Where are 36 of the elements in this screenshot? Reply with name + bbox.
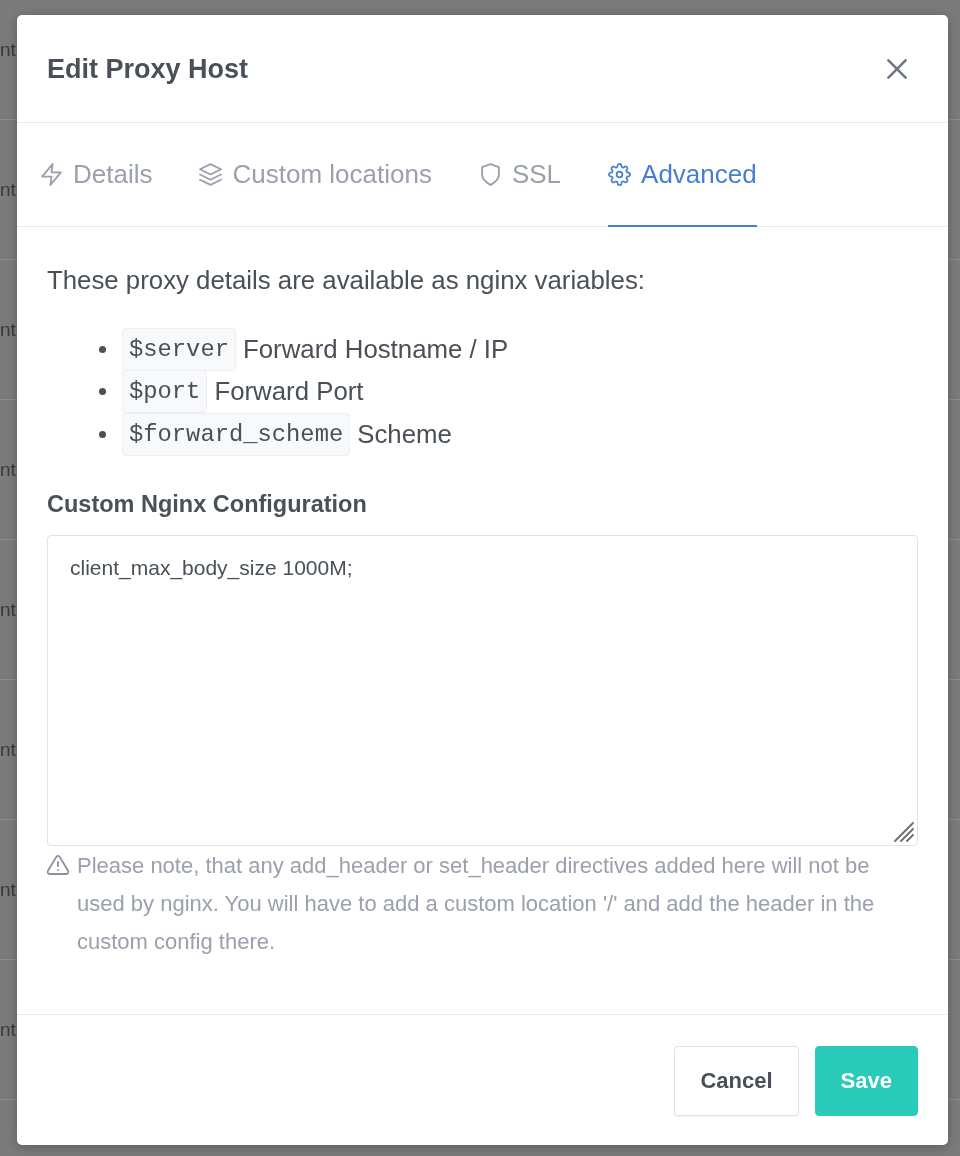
close-icon: [887, 58, 907, 79]
bullet-icon: [99, 345, 106, 353]
layers-icon: [199, 162, 223, 186]
field-label: Custom Nginx Configuration: [47, 489, 368, 519]
variable-description: Forward Port: [214, 377, 364, 407]
config-textarea[interactable]: client_max_body_size 1000M;: [47, 534, 918, 846]
variable-description: Scheme: [357, 419, 452, 449]
cancel-button[interactable]: Cancel: [674, 1046, 799, 1116]
variable-code: $forward_scheme: [122, 412, 351, 456]
resize-handle-icon: [894, 821, 914, 842]
tab[interactable]: Custom locations: [199, 123, 432, 227]
gear-icon: [608, 162, 632, 186]
tab[interactable]: Advanced: [608, 123, 757, 227]
row-text: nt: [0, 37, 16, 62]
shield-icon: [478, 162, 502, 186]
variable-code: $port: [122, 370, 208, 414]
save-button[interactable]: Save: [814, 1046, 918, 1116]
intro-text: These proxy details are available as nginx variables:: [47, 265, 646, 296]
lightning-icon: [40, 162, 63, 186]
row-text: nt: [0, 457, 16, 482]
note-text: Please note, that any add_header or set_header directives added here will not be used by nginx. You will have to add a custom location '/' and add the header in the custom config there.: [77, 851, 876, 956]
row-text: nt: [0, 877, 16, 902]
variable-description: Forward Hostname / IP: [242, 334, 509, 364]
variable-code: $server: [122, 327, 236, 371]
row-text: nt: [0, 317, 16, 342]
bullet-icon: [99, 430, 106, 438]
row-text: nt: [0, 597, 16, 622]
row-text: nt: [0, 737, 16, 762]
row-text: nt: [0, 1017, 16, 1042]
tab[interactable]: Details: [40, 123, 153, 227]
warning-icon: [47, 854, 69, 875]
row-text: nt: [0, 177, 16, 202]
bullet-icon: [99, 388, 106, 396]
dialog-title: Edit Proxy Host: [47, 52, 249, 86]
tab[interactable]: SSL: [478, 123, 562, 227]
close-button[interactable]: [887, 58, 907, 79]
